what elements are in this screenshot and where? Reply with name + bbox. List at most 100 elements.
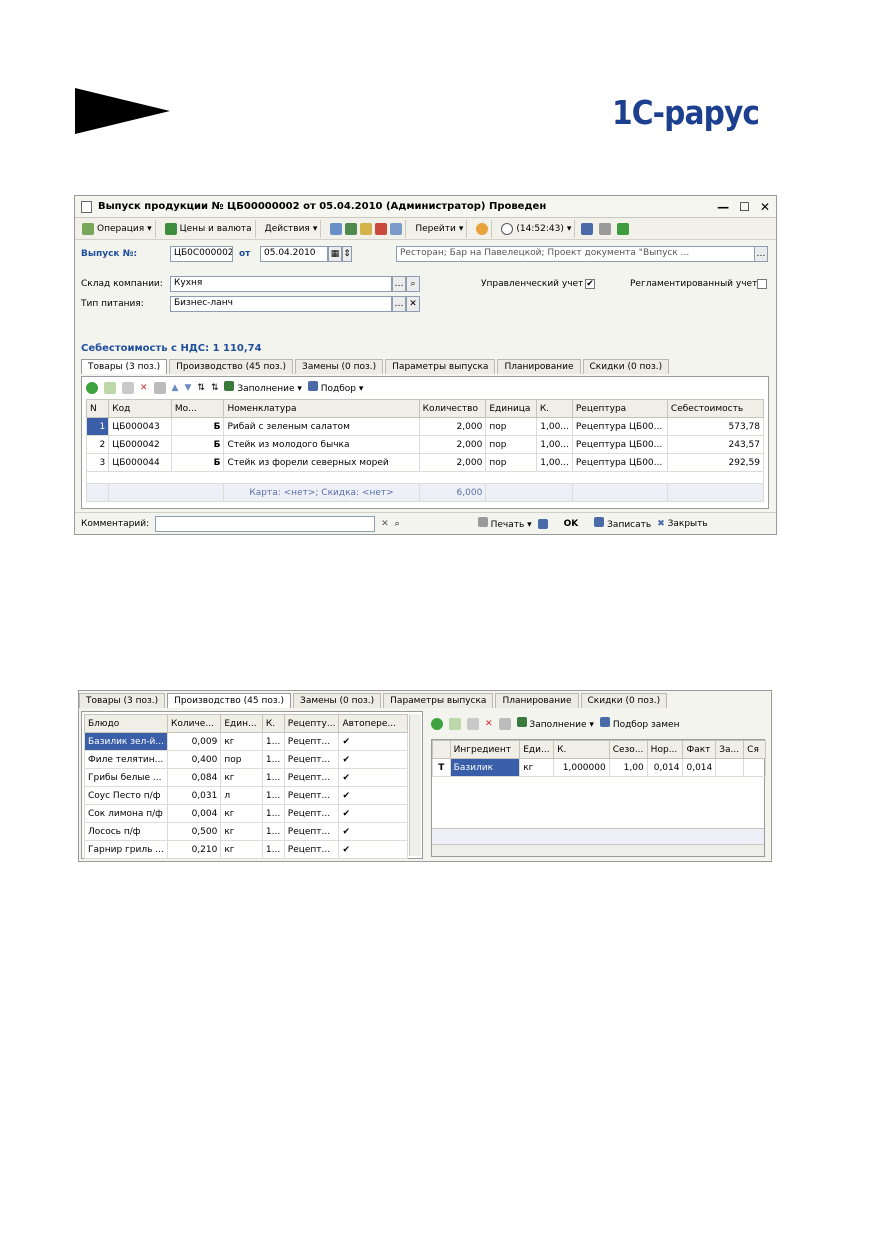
col-quantity[interactable]: Количество (418, 399, 487, 418)
sort-desc-icon[interactable]: ⇅ (211, 383, 219, 393)
print-button[interactable]: Печать ▾ (477, 517, 532, 530)
table-row[interactable]: 2 ЦБ000042 Б Стейк из молодого бычка 2,0… (85, 435, 765, 454)
pick-replacements-button[interactable]: Подбор замен (599, 717, 679, 730)
col-s[interactable]: Ся (743, 740, 766, 759)
project-field[interactable]: Ресторан; Бар на Павелецкой; Проект доку… (396, 246, 768, 262)
food-type-select-button[interactable]: … (392, 296, 406, 312)
table-row[interactable]: Т Базилик кг 1,000000 1,00 0,014 0,014 (432, 758, 766, 777)
col-auto[interactable]: Автопере... (338, 714, 408, 733)
end-edit-icon[interactable] (153, 381, 166, 394)
col-norm[interactable]: Нор... (646, 740, 684, 759)
copy-icon[interactable] (360, 222, 373, 235)
close-icon[interactable]: ✕ (760, 200, 770, 214)
edit-icon[interactable] (122, 381, 134, 394)
col-n[interactable]: N (85, 399, 110, 418)
col-recipe[interactable]: Рецептура (571, 399, 668, 418)
actions-button[interactable]: Действия ▾ (262, 219, 322, 238)
row-auto[interactable]: ✔ (338, 804, 408, 823)
table-row[interactable]: Гарнир гриль ... 0,210 кг 1... Рецепт...… (84, 840, 408, 859)
table-row[interactable]: Соус Песто п/ф 0,031 л 1... Рецепт... ✔ (84, 786, 408, 805)
row-auto[interactable]: ✔ (338, 786, 408, 805)
move-down-icon[interactable]: ▼ (184, 383, 191, 393)
table-row[interactable]: Сок лимона п/ф 0,004 кг 1... Рецепт... ✔ (84, 804, 408, 823)
fill-button[interactable]: Заполнение ▾ (516, 717, 594, 730)
tab-planning[interactable]: Планирование (497, 359, 581, 374)
tab-replacements[interactable]: Замены (0 поз.) (295, 359, 384, 374)
row-auto[interactable]: ✔ (338, 822, 408, 841)
col-fact[interactable]: Факт (682, 740, 717, 759)
comment-field[interactable] (155, 515, 376, 532)
tab-output-params-2[interactable]: Параметры выпуска (383, 693, 494, 708)
maximize-icon[interactable]: ☐ (739, 200, 750, 214)
close-button[interactable]: ✖ Закрыть (657, 519, 708, 529)
operation-button[interactable]: Операция ▾ (79, 219, 156, 238)
row-auto[interactable]: ✔ (338, 768, 408, 787)
clear-comment-icon[interactable]: ✕ (381, 519, 389, 529)
col-dish[interactable]: Блюдо (84, 714, 168, 733)
report-icon[interactable] (617, 222, 630, 235)
col-za[interactable]: За... (715, 740, 745, 759)
tab-goods-2[interactable]: Товары (3 поз.) (79, 693, 166, 708)
table-row[interactable]: Грибы белые ... 0,084 кг 1... Рецепт... … (84, 768, 408, 787)
refresh-icon[interactable] (345, 222, 358, 235)
mgmt-accounting-checkbox[interactable]: ✔ (585, 279, 595, 289)
col-unit[interactable]: Единица (485, 399, 537, 418)
tab-replacements-2[interactable]: Замены (0 поз.) (293, 693, 382, 708)
dishes-scrollbar[interactable] (409, 714, 421, 856)
col-mod[interactable]: Мо... (170, 399, 225, 418)
tab-production[interactable]: Производство (45 поз.) (169, 359, 294, 374)
table-icon[interactable] (599, 222, 612, 235)
col-qty[interactable]: Количе... (166, 714, 222, 733)
col-nomenclature[interactable]: Номенклатура (223, 399, 420, 418)
clear-icon[interactable]: ✕ (406, 296, 420, 312)
save-ok-icon[interactable] (537, 518, 548, 529)
col-season[interactable]: Сезо... (608, 740, 648, 759)
doc-number-field[interactable]: ЦБ0С000002 (170, 246, 233, 262)
col-k[interactable]: К. (553, 740, 610, 759)
search-comment-icon[interactable]: ⌕ (395, 519, 400, 529)
col-k[interactable]: К. (261, 714, 285, 733)
row-auto[interactable]: ✔ (338, 750, 408, 769)
col-unit[interactable]: Еди... (519, 740, 555, 759)
date-spinner[interactable]: ⇕ (342, 246, 352, 262)
tab-planning-2[interactable]: Планирование (495, 693, 579, 708)
search-icon[interactable]: ⌕ (406, 276, 420, 292)
end-edit-icon[interactable] (498, 717, 511, 730)
table-row[interactable]: Лосось п/ф 0,500 кг 1... Рецепт... ✔ (84, 822, 408, 841)
table-row[interactable]: 1 ЦБ000043 Б Рибай с зеленым салатом 2,0… (85, 417, 765, 436)
calendar-icon[interactable]: ▦ (328, 246, 342, 262)
delete-icon[interactable]: ✕ (485, 719, 493, 729)
fill-button[interactable]: Заполнение ▾ (224, 381, 302, 394)
add-icon[interactable] (86, 381, 98, 394)
time-button[interactable]: (14:52:43) ▾ (498, 219, 576, 238)
tab-goods[interactable]: Товары (3 поз.) (81, 359, 168, 374)
row-auto[interactable]: ✔ (338, 732, 408, 751)
table-row[interactable]: 3 ЦБ000044 Б Стейк из форели северных мо… (85, 453, 765, 472)
warehouse-field[interactable]: Кухня (170, 276, 392, 292)
row-auto[interactable]: ✔ (338, 840, 408, 859)
add-icon[interactable] (431, 717, 443, 730)
toolbar-icons-group[interactable] (327, 219, 407, 238)
col-ingredient[interactable]: Ингредиент (449, 740, 521, 759)
help-button[interactable] (473, 219, 493, 238)
table-row[interactable]: Базилик зел-й... 0,009 кг 1... Рецепт...… (84, 732, 408, 751)
tree-icon[interactable] (581, 222, 594, 235)
list-icon[interactable] (330, 222, 343, 235)
pick-button[interactable]: Подбор ▾ (307, 381, 363, 394)
tab-output-params[interactable]: Параметры выпуска (385, 359, 496, 374)
copy-row-icon[interactable] (449, 717, 461, 730)
tab-discounts-2[interactable]: Скидки (0 поз.) (580, 693, 668, 708)
date-field[interactable]: 05.04.2010 (260, 246, 328, 262)
food-type-field[interactable]: Бизнес-ланч (170, 296, 392, 312)
ok-button[interactable]: OK (564, 519, 579, 529)
col-unit[interactable]: Един... (220, 714, 263, 733)
table-row[interactable]: Филе телятин... 0,400 пор 1... Рецепт...… (84, 750, 408, 769)
edit-icon[interactable] (467, 717, 479, 730)
reg-accounting-checkbox[interactable] (757, 279, 767, 289)
sort-asc-icon[interactable]: ⇅ (197, 383, 205, 393)
ingredients-scrollbar[interactable] (432, 844, 764, 856)
col-k[interactable]: К. (535, 399, 573, 418)
prices-button[interactable]: Цены и валюта (162, 219, 256, 238)
move-up-icon[interactable]: ▲ (172, 383, 179, 393)
col-cost[interactable]: Себестоимость (666, 399, 765, 418)
